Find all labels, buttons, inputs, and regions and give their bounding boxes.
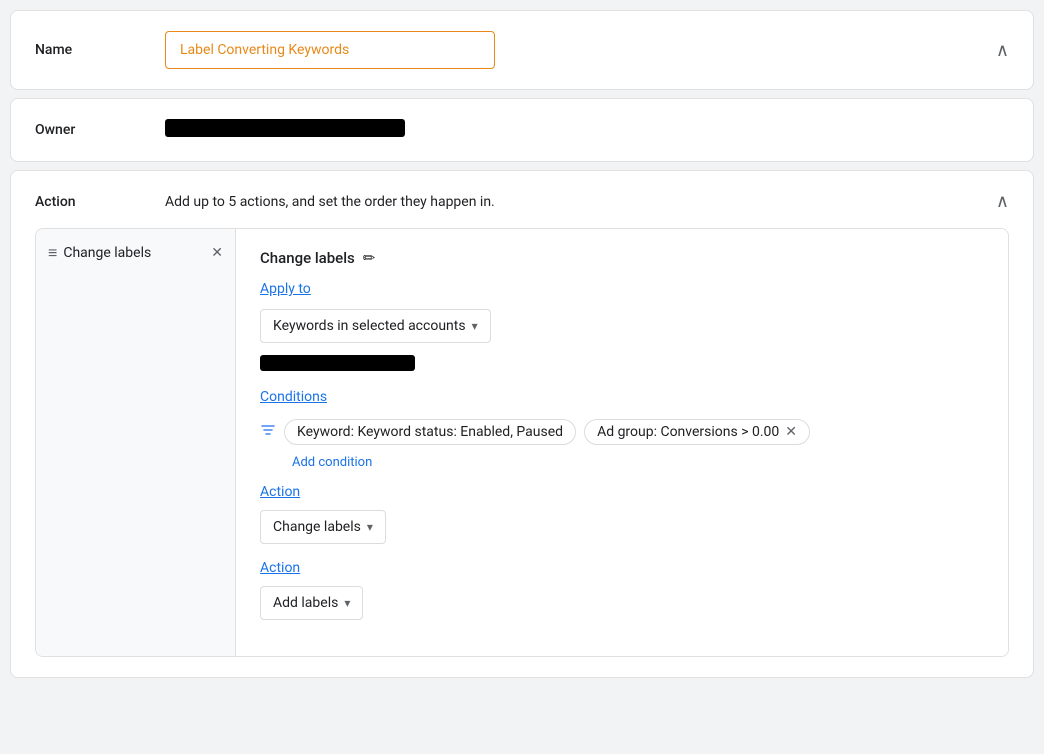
remove-condition-2-button[interactable]: ✕ — [785, 425, 797, 439]
condition-chip-2: Ad group: Conversions > 0.00 ✕ — [584, 419, 810, 445]
name-label: Name — [35, 42, 165, 58]
add-labels-action-button[interactable]: Add labels ▾ — [260, 586, 363, 620]
owner-label: Owner — [35, 122, 165, 138]
action-label-1-link[interactable]: Action — [260, 484, 300, 500]
condition-2-text: Ad group: Conversions > 0.00 — [597, 424, 779, 440]
filter-icon — [260, 422, 276, 442]
apply-to-dropdown-button[interactable]: Keywords in selected accounts ▾ — [260, 309, 491, 343]
owner-card: Owner — [10, 98, 1034, 162]
action-section-2: Action Add labels ▾ — [260, 560, 984, 620]
action-chevron-icon[interactable]: ∧ — [996, 191, 1009, 212]
condition-1-text: Keyword: Keyword status: Enabled, Paused — [297, 424, 563, 440]
change-labels-title-text: Change labels — [260, 249, 355, 267]
action-sidebar: ≡ Change labels ✕ — [36, 229, 236, 656]
conditions-row: Keyword: Keyword status: Enabled, Paused… — [260, 419, 984, 445]
remove-action-button[interactable]: ✕ — [211, 245, 223, 261]
apply-to-dropdown-wrapper: Keywords in selected accounts ▾ — [260, 309, 500, 343]
action-card: Action Add up to 5 actions, and set the … — [10, 170, 1034, 678]
redacted-owner-bar — [260, 355, 984, 389]
name-card: Name ∧ — [10, 10, 1034, 90]
change-labels-chevron-icon: ▾ — [367, 520, 373, 534]
name-chevron-icon[interactable]: ∧ — [996, 40, 1009, 61]
action-section-1: Action Change labels ▾ — [260, 484, 984, 544]
owner-redacted-bar — [165, 119, 405, 137]
edit-icon[interactable]: ✏ — [363, 249, 376, 267]
apply-to-link[interactable]: Apply to — [260, 281, 311, 297]
name-input[interactable] — [165, 31, 495, 69]
change-labels-dropdown-wrapper: Change labels ▾ — [260, 510, 420, 544]
action-body: ≡ Change labels ✕ Change labels ✏ Apply … — [35, 228, 1009, 657]
change-labels-action-button[interactable]: Change labels ▾ — [260, 510, 386, 544]
action-label-2-link[interactable]: Action — [260, 560, 300, 576]
action-description: Add up to 5 actions, and set the order t… — [165, 194, 996, 210]
change-labels-action-text: Change labels — [273, 519, 361, 535]
name-content — [165, 31, 996, 69]
add-labels-chevron-icon: ▾ — [344, 596, 350, 610]
add-labels-dropdown-wrapper: Add labels ▾ — [260, 586, 420, 620]
sidebar-change-labels-label: Change labels — [63, 245, 211, 261]
add-condition-link[interactable]: Add condition — [292, 455, 984, 470]
drag-icon: ≡ — [48, 245, 55, 261]
action-detail-panel: Change labels ✏ Apply to Keywords in sel… — [236, 229, 1008, 656]
close-icon: ✕ — [211, 245, 223, 261]
apply-to-value: Keywords in selected accounts — [273, 318, 466, 334]
apply-to-chevron-icon: ▾ — [472, 319, 478, 333]
action-label: Action — [35, 194, 165, 210]
change-labels-title-row: Change labels ✏ — [260, 249, 984, 267]
condition-chip-1: Keyword: Keyword status: Enabled, Paused — [284, 419, 576, 445]
conditions-link[interactable]: Conditions — [260, 389, 327, 405]
owner-content — [165, 119, 1009, 141]
action-header: Action Add up to 5 actions, and set the … — [35, 191, 1009, 212]
add-labels-action-text: Add labels — [273, 595, 338, 611]
